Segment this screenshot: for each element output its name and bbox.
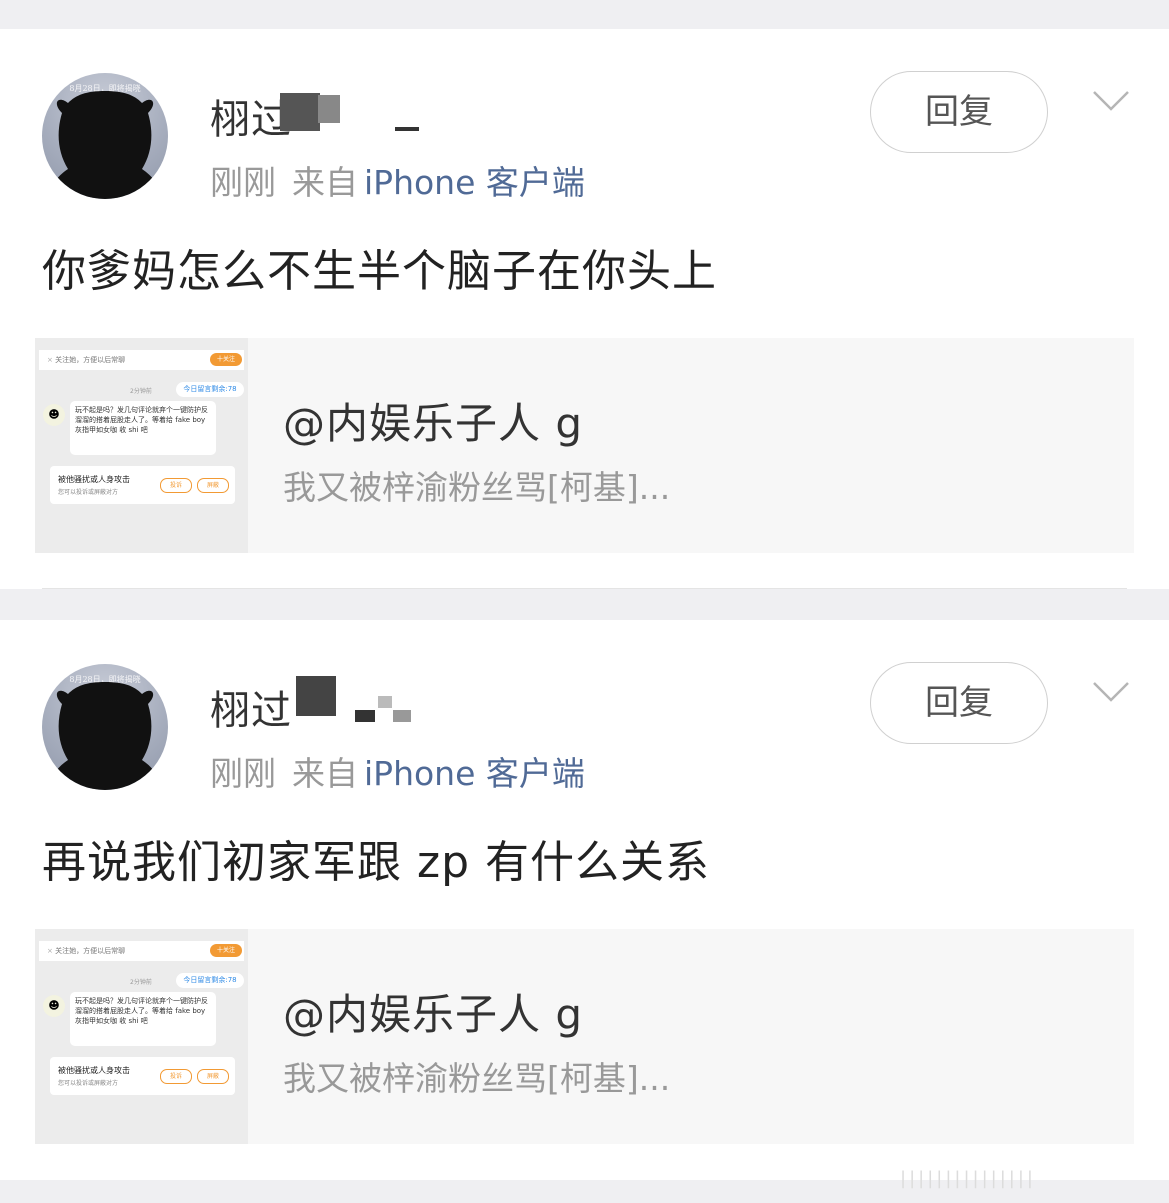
thumb-time: 2分钟前 — [130, 979, 152, 986]
source-prefix: 来自 — [292, 754, 358, 793]
reply-button[interactable]: 回复 — [870, 662, 1048, 744]
avatar[interactable]: 8月28日，即将揭晓 — [42, 664, 168, 790]
username-redaction — [280, 93, 320, 131]
username-redaction — [355, 710, 375, 722]
source-link[interactable]: iPhone 客户端 — [364, 163, 585, 202]
quoted-post[interactable]: × 关注她，方便以后常聊 十关注 2分钟前 今日留言剩余:78 ☻ 玩不起是吗？… — [35, 929, 1134, 1144]
watermark: ||||||||||||||| — [900, 1168, 1036, 1189]
thumb-avatar-icon: ☻ — [43, 404, 65, 426]
thumb-bubble: 玩不起是吗？发几句评论就弃个一键防护反溜溜的搭着屁股走人了。等着给 fake b… — [70, 401, 216, 455]
thumb-panel: 被他骚扰或人身攻击 您可以投诉或屏蔽对方 投诉 屏蔽 — [50, 1057, 235, 1095]
thumb-avatar-icon: ☻ — [43, 995, 65, 1017]
username-redaction — [296, 676, 336, 716]
post-meta: 刚刚 来自 iPhone 客户端 — [210, 747, 585, 795]
thumb-tag: 今日留言剩余:78 — [176, 382, 244, 397]
username-redaction — [318, 95, 340, 123]
quoted-title: @内娱乐子人 g — [283, 399, 584, 448]
avatar[interactable]: 8月28日，即将揭晓 — [42, 73, 168, 199]
thumb-bubble: 玩不起是吗？发几句评论就弃个一键防护反溜溜的搭着屁股走人了。等着给 fake b… — [70, 992, 216, 1046]
chevron-down-icon[interactable] — [1092, 89, 1130, 113]
username[interactable]: 栩过 — [210, 678, 292, 736]
avatar-silhouette-icon — [46, 91, 164, 199]
quoted-thumbnail: × 关注她，方便以后常聊 十关注 2分钟前 今日留言剩余:78 ☻ 玩不起是吗？… — [35, 338, 248, 553]
source-prefix: 来自 — [292, 163, 358, 202]
quoted-description: 我又被梓渝粉丝骂[柯基]... — [283, 468, 671, 507]
post-time: 刚刚 — [210, 754, 276, 793]
username-redaction — [378, 696, 392, 708]
username-redaction — [395, 127, 419, 131]
comment-text: 你爹妈怎么不生半个脑子在你头上 — [42, 246, 717, 297]
thumb-follow: 十关注 — [210, 944, 242, 957]
divider — [42, 588, 1127, 589]
quoted-thumbnail: × 关注她，方便以后常聊 十关注 2分钟前 今日留言剩余:78 ☻ 玩不起是吗？… — [35, 929, 248, 1144]
username-redaction — [393, 710, 411, 722]
quoted-description: 我又被梓渝粉丝骂[柯基]... — [283, 1059, 671, 1098]
post-meta: 刚刚 来自 iPhone 客户端 — [210, 156, 585, 204]
thumb-tag: 今日留言剩余:78 — [176, 973, 244, 988]
quoted-post[interactable]: × 关注她，方便以后常聊 十关注 2分钟前 今日留言剩余:78 ☻ 玩不起是吗？… — [35, 338, 1134, 553]
comment-card: 8月28日，即将揭晓 栩过 刚刚 来自 iPhone 客户端 回复 你爹妈怎么不生半… — [0, 29, 1169, 589]
quoted-title: @内娱乐子人 g — [283, 990, 584, 1039]
thumb-time: 2分钟前 — [130, 388, 152, 395]
thumb-panel: 被他骚扰或人身攻击 您可以投诉或屏蔽对方 投诉 屏蔽 — [50, 466, 235, 504]
thumb-follow: 十关注 — [210, 353, 242, 366]
chevron-down-icon[interactable] — [1092, 680, 1130, 704]
reply-button[interactable]: 回复 — [870, 71, 1048, 153]
comment-card: 8月28日，即将揭晓 栩过 刚刚 来自 iPhone 客户端 回复 再说我们初家军跟… — [0, 620, 1169, 1180]
avatar-silhouette-icon — [46, 682, 164, 790]
comment-text: 再说我们初家军跟 zp 有什么关系 — [42, 837, 710, 888]
post-time: 刚刚 — [210, 163, 276, 202]
source-link[interactable]: iPhone 客户端 — [364, 754, 585, 793]
